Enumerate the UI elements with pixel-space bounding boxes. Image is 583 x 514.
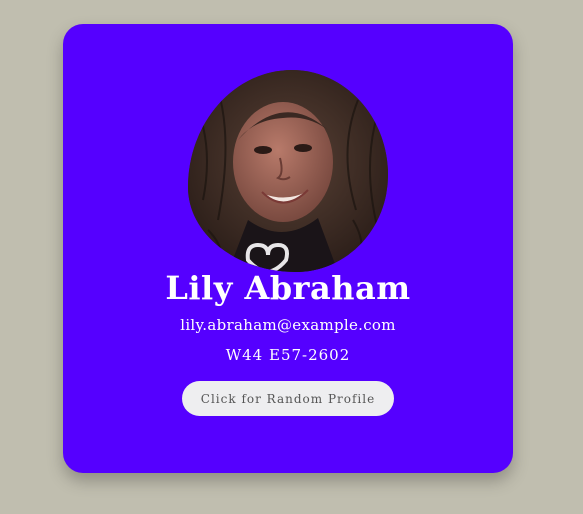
profile-avatar bbox=[188, 70, 388, 272]
avatar-photo bbox=[188, 70, 388, 272]
profile-phone: W44 E57-2602 bbox=[225, 346, 351, 364]
random-profile-button[interactable]: Click for Random Profile bbox=[182, 381, 394, 416]
profile-name: Lily Abraham bbox=[165, 269, 411, 307]
profile-card: Lily Abraham lily.abraham@example.com W4… bbox=[63, 24, 513, 473]
profile-email: lily.abraham@example.com bbox=[180, 316, 396, 334]
